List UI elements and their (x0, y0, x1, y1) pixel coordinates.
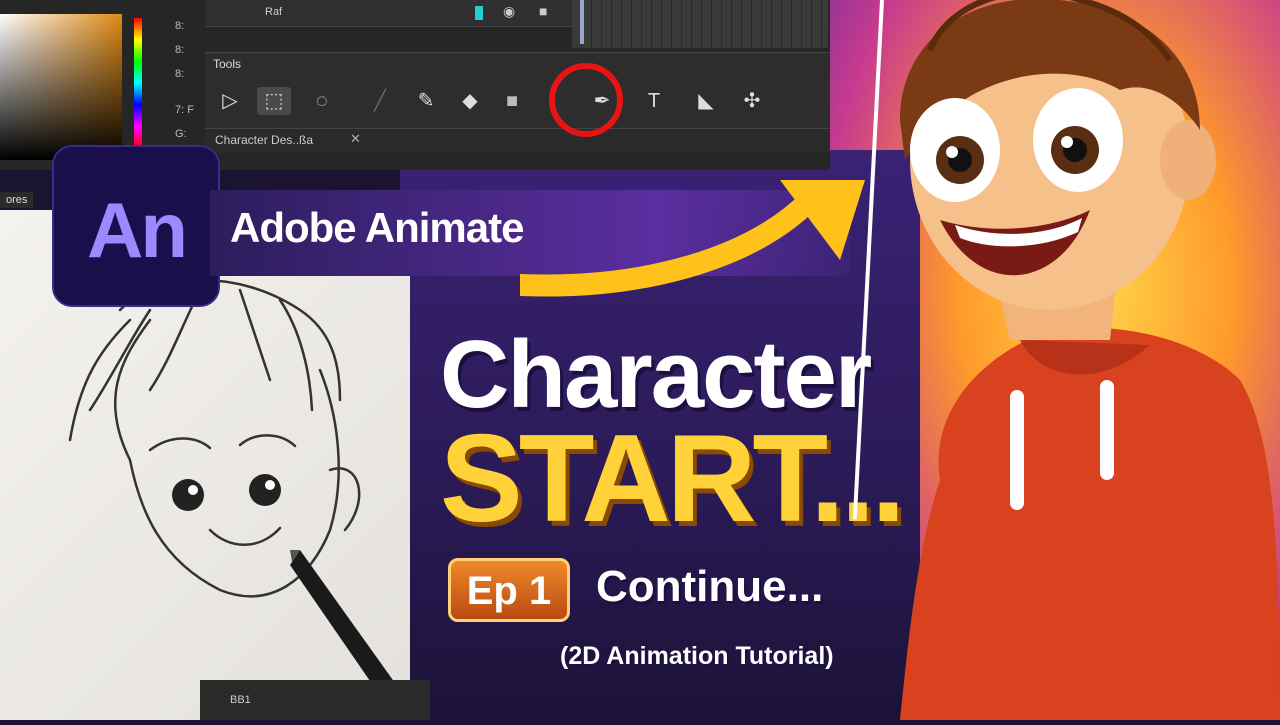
logo-text: An (87, 186, 188, 274)
swatch-label: 7: F (175, 104, 194, 116)
episode-label: Ep 1 (466, 569, 552, 613)
layer-color-chip (475, 6, 483, 20)
layer-row[interactable]: Raf ◉ ■ (205, 0, 625, 27)
tools-panel-title: Tools (213, 57, 242, 71)
episode-badge: Ep 1 (448, 558, 570, 622)
rectangle-icon[interactable]: ■ (495, 87, 529, 115)
color-picker[interactable] (0, 14, 122, 160)
hue-slider[interactable] (134, 18, 142, 148)
lasso-icon[interactable]: ◌ (305, 87, 339, 115)
swatch-label: 8: (175, 68, 185, 80)
bottom-label: BB1 (230, 694, 251, 706)
brand-name: Adobe Animate (230, 204, 524, 251)
paint-brush-icon[interactable]: ✎ (409, 87, 443, 115)
bone-icon[interactable]: ✣ (735, 87, 769, 115)
document-tab-bar: Character Des..ßa ✕ (205, 128, 830, 153)
visibility-icon[interactable]: ◉ (503, 3, 515, 20)
highlight-circle (549, 63, 623, 137)
cartoon-character-illustration (900, 0, 1280, 720)
swatch-label: G: (175, 128, 187, 140)
paint-bucket-icon[interactable]: ◣ (689, 87, 723, 115)
brush-icon[interactable]: ╱ (363, 87, 397, 115)
selection-arrow-icon[interactable]: ▷ (213, 87, 247, 115)
continue-text: Continue... (596, 562, 824, 611)
subselection-icon[interactable]: ⬚ (257, 87, 291, 115)
properties-label: ores (0, 192, 34, 208)
text-icon[interactable]: T (637, 87, 671, 115)
playhead[interactable] (580, 0, 584, 44)
eraser-icon[interactable]: ◆ (453, 87, 487, 115)
bottom-panel: BB1 (200, 680, 430, 720)
adobe-animate-logo: An (52, 145, 220, 307)
layer-name: Raf (265, 6, 283, 18)
document-tab[interactable]: Character Des..ßa (215, 133, 313, 147)
swatch-label: 8: (175, 20, 185, 32)
subtitle: (2D Animation Tutorial) (560, 642, 834, 670)
timeline-frames[interactable] (572, 0, 828, 48)
swatch-label: 8: (175, 44, 185, 56)
close-icon[interactable]: ✕ (350, 131, 361, 147)
lock-icon[interactable]: ■ (539, 3, 547, 19)
